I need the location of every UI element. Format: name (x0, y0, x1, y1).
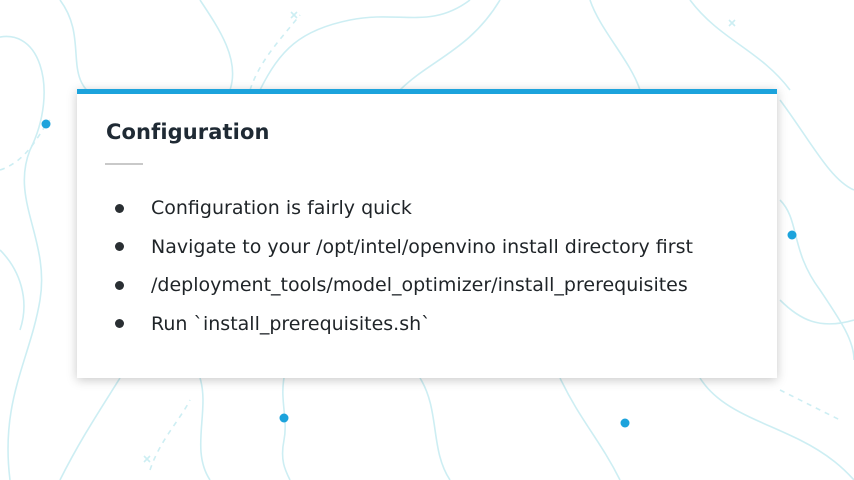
bullet-item: Configuration is fairly quick (115, 189, 693, 228)
slide: Configuration Configuration is fairly qu… (0, 0, 854, 480)
bullet-dot-icon (115, 319, 124, 329)
title-divider (105, 163, 143, 165)
bullet-list: Configuration is fairly quick Navigate t… (115, 189, 693, 343)
card-accent-bar (77, 89, 777, 94)
bullet-dot-icon (115, 280, 124, 290)
bullet-text: Configuration is fairly quick (151, 197, 412, 220)
slide-title: Configuration (106, 120, 270, 144)
bullet-item: Navigate to your /opt/intel/openvino ins… (115, 228, 693, 267)
bullet-dot-icon (115, 203, 124, 213)
bullet-item: /deployment_tools/model_optimizer/instal… (115, 266, 693, 305)
bullet-item: Run `install_prerequisites.sh` (115, 305, 693, 344)
bullet-text: /deployment_tools/model_optimizer/instal… (151, 274, 688, 297)
bullet-text: Navigate to your /opt/intel/openvino ins… (151, 235, 693, 258)
bullet-text: Run `install_prerequisites.sh` (151, 312, 431, 335)
content-card: Configuration Configuration is fairly qu… (77, 89, 777, 378)
bullet-dot-icon (115, 242, 124, 252)
